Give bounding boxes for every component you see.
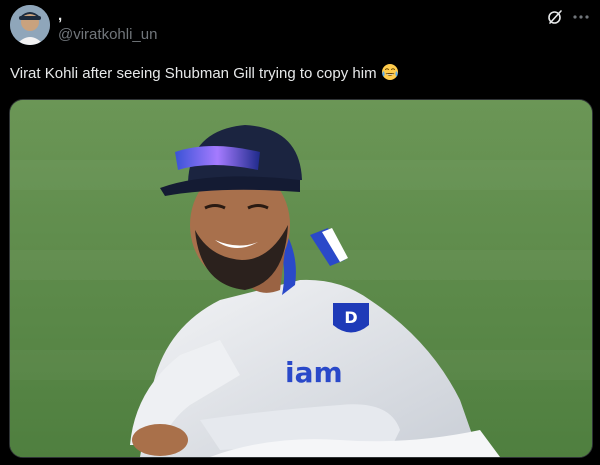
shirt-badge: D (344, 308, 357, 327)
more-horizontal-icon (573, 15, 589, 19)
more-button[interactable] (570, 6, 592, 28)
tweet-text: Virat Kohli after seeing Shubman Gill tr… (10, 63, 590, 84)
cricketer-photo: D iam (10, 100, 592, 457)
user-handle[interactable]: @viratkohli_un (58, 26, 157, 44)
slash-circle-icon (548, 10, 562, 24)
tweet-text-content: Virat Kohli after seeing Shubman Gill tr… (10, 65, 377, 82)
avatar-image (10, 5, 50, 45)
avatar[interactable] (10, 5, 50, 45)
tears-of-joy-emoji (381, 64, 398, 80)
tweet-media[interactable]: D iam (9, 99, 593, 458)
display-name[interactable]: , (58, 7, 62, 25)
grok-button[interactable] (544, 6, 566, 28)
tweet-header: , @viratkohli_un (0, 0, 600, 56)
jersey-text: iam (285, 356, 343, 389)
